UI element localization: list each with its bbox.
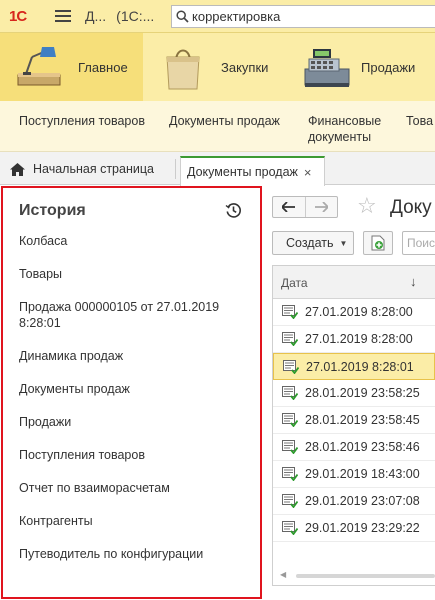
forward-button[interactable] — [304, 197, 337, 217]
app-logo[interactable]: 1С — [9, 7, 41, 25]
tab-home[interactable]: Начальная страница — [10, 162, 154, 176]
tab-divider — [175, 159, 176, 179]
command-sales-documents[interactable]: Документы продаж — [169, 113, 280, 129]
section-main[interactable]: Главное — [0, 33, 143, 101]
global-search-input[interactable] — [192, 9, 422, 24]
command-finance-documents[interactable]: Финансовые документы — [308, 113, 381, 145]
section-purchases[interactable]: Закупки — [153, 33, 283, 101]
section-sales-label: Продажи — [361, 59, 416, 75]
posted-document-icon — [282, 386, 298, 400]
create-button[interactable]: Создать ▼ — [272, 231, 354, 255]
scroll-left-icon[interactable]: ◀ — [280, 570, 286, 579]
list-search-input[interactable]: Поис — [402, 231, 435, 255]
history-item[interactable]: Динамика продаж — [19, 348, 249, 364]
desk-lamp-icon — [17, 47, 61, 86]
tab-sales-documents[interactable]: Документы продаж × — [180, 156, 325, 186]
form-title: Доку — [390, 197, 432, 218]
posted-document-icon — [282, 332, 298, 346]
history-item[interactable]: Товары — [19, 266, 249, 282]
posted-document-icon — [282, 494, 298, 508]
posted-document-icon — [282, 467, 298, 481]
open-windows-bar: Начальная страница Документы продаж × — [0, 152, 435, 186]
close-icon[interactable]: × — [304, 165, 312, 180]
back-button[interactable] — [273, 197, 305, 217]
sort-arrow-icon[interactable]: ↓ — [410, 274, 417, 289]
history-panel: История Колбаса Товары Продажа 000000105… — [1, 186, 262, 599]
app-title-config: (1С:... — [116, 8, 155, 24]
logo-text: 1С — [9, 7, 27, 25]
row-date: 28.01.2019 23:58:46 — [305, 440, 420, 454]
scrollbar-thumb[interactable] — [296, 574, 435, 578]
table-row[interactable]: 28.01.2019 23:58:25 — [273, 380, 435, 407]
history-clock-icon[interactable] — [225, 202, 242, 219]
row-date: 28.01.2019 23:58:45 — [305, 413, 420, 427]
posted-document-icon — [282, 521, 298, 535]
new-document-icon — [371, 235, 385, 251]
documents-table: Дата ↓ 27.01.2019 8:28:00 27.01.2019 8:2… — [272, 265, 435, 586]
posted-document-icon — [282, 413, 298, 427]
section-sales[interactable]: Продажи — [293, 33, 435, 101]
title-bar: 1С Д... (1С:... — [0, 0, 435, 33]
command-goods-receipts[interactable]: Поступления товаров — [19, 113, 145, 129]
table-row[interactable]: 29.01.2019 23:07:08 — [273, 488, 435, 515]
history-item[interactable]: Документы продаж — [19, 381, 249, 397]
horizontal-scrollbar[interactable]: ◀ — [272, 569, 435, 581]
table-row[interactable]: 28.01.2019 23:58:46 — [273, 434, 435, 461]
cash-register-icon — [304, 49, 350, 87]
table-row[interactable]: 27.01.2019 8:28:00 — [273, 326, 435, 353]
shopping-bag-icon — [166, 49, 200, 90]
history-item[interactable]: Продажи — [19, 414, 249, 430]
posted-document-icon — [282, 440, 298, 454]
search-icon — [176, 10, 189, 23]
row-date: 27.01.2019 8:28:00 — [305, 305, 413, 319]
section-purchases-label: Закупки — [221, 59, 269, 75]
main-menu-icon[interactable] — [55, 10, 71, 22]
create-button-label: Создать — [286, 236, 334, 250]
posted-document-icon — [282, 305, 298, 319]
table-row[interactable]: 27.01.2019 8:28:00 — [273, 299, 435, 326]
table-header: Дата ↓ — [273, 266, 435, 299]
global-search[interactable] — [171, 5, 435, 28]
home-icon — [10, 162, 25, 176]
row-date: 29.01.2019 23:07:08 — [305, 494, 420, 508]
history-item[interactable]: Поступления товаров — [19, 447, 249, 463]
app-title: Д... — [85, 8, 107, 24]
chevron-down-icon: ▼ — [339, 238, 348, 248]
arrow-right-icon — [314, 202, 328, 212]
sections-panel: Главное Закупки Продажи — [0, 33, 435, 101]
row-date: 29.01.2019 23:29:22 — [305, 521, 420, 535]
table-row[interactable]: 29.01.2019 23:29:22 — [273, 515, 435, 542]
row-date: 28.01.2019 23:58:25 — [305, 386, 420, 400]
history-item[interactable]: Колбаса — [19, 233, 249, 249]
table-row[interactable]: 28.01.2019 23:58:45 — [273, 407, 435, 434]
history-item[interactable]: Продажа 000000105 от 27.01.2019 8:28:01 — [19, 299, 249, 331]
arrow-left-icon — [282, 202, 296, 212]
history-item[interactable]: Путеводитель по конфигурации — [19, 546, 249, 562]
table-row[interactable]: 29.01.2019 18:43:00 — [273, 461, 435, 488]
list-search-placeholder: Поис — [407, 236, 435, 250]
history-item[interactable]: Контрагенты — [19, 513, 249, 529]
tab-home-label: Начальная страница — [33, 162, 154, 176]
favorite-star-icon[interactable]: ☆ — [357, 195, 377, 217]
section-main-label: Главное — [78, 59, 128, 75]
command-goods[interactable]: Това — [406, 113, 433, 129]
history-title: История — [19, 202, 86, 219]
section-commands: Поступления товаров Документы продаж Фин… — [0, 101, 435, 152]
column-date-header[interactable]: Дата — [281, 276, 308, 290]
row-date: 29.01.2019 18:43:00 — [305, 467, 420, 481]
row-date: 27.01.2019 8:28:01 — [306, 359, 414, 374]
table-row-selected[interactable]: 27.01.2019 8:28:01 — [273, 353, 435, 380]
nav-buttons — [272, 196, 338, 218]
posted-document-icon — [283, 359, 299, 374]
history-item[interactable]: Отчет по взаиморасчетам — [19, 480, 249, 496]
tab-sales-documents-label: Документы продаж — [187, 165, 298, 179]
document-list-form: ☆ Доку Создать ▼ Поис Дата ↓ 27.01.2019 … — [264, 186, 435, 600]
add-document-button[interactable] — [363, 231, 393, 255]
row-date: 27.01.2019 8:28:00 — [305, 332, 413, 346]
